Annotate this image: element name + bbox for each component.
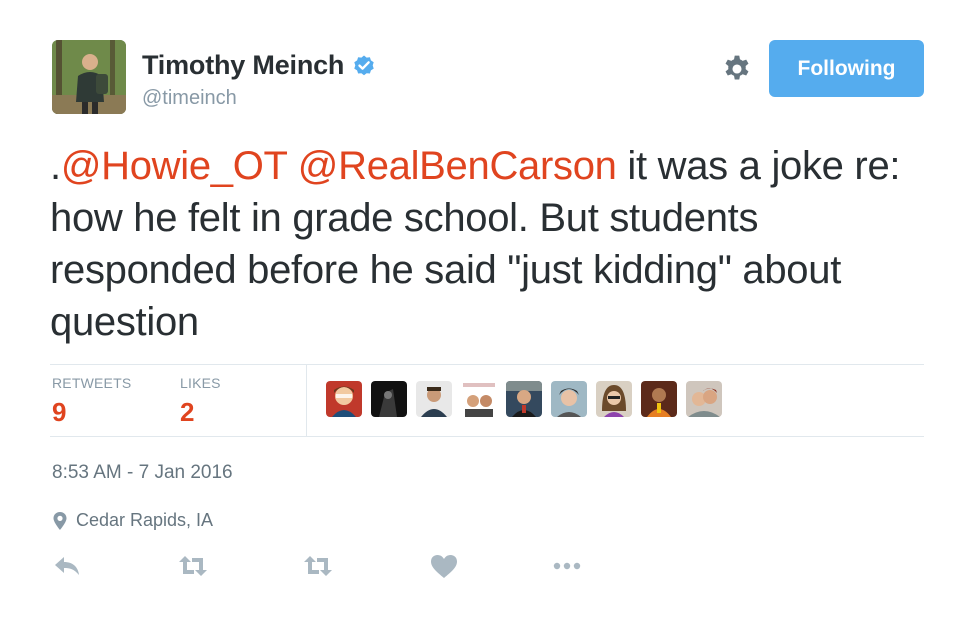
reply-button[interactable] [52, 552, 84, 580]
likers-avatars [326, 381, 722, 417]
liker-avatar[interactable] [506, 381, 542, 417]
heart-icon [431, 555, 457, 578]
mention-link[interactable]: @Howie_OT [61, 144, 287, 188]
following-button[interactable]: Following [769, 40, 924, 97]
tweet-lead: . [50, 144, 61, 188]
tweet-timestamp[interactable]: 8:53 AM - 7 Jan 2016 [52, 462, 233, 484]
mention-link[interactable]: @RealBenCarson [298, 144, 617, 188]
liker-avatar[interactable] [596, 381, 632, 417]
likes-count[interactable]: 2 [180, 397, 194, 428]
liker-avatar[interactable] [551, 381, 587, 417]
stats-vertical-divider [306, 364, 307, 436]
retweets-label[interactable]: RETWEETS [52, 375, 131, 391]
tweet-location[interactable]: Cedar Rapids, IA [52, 510, 213, 531]
location-pin-icon [53, 511, 67, 530]
liker-avatar[interactable] [686, 381, 722, 417]
stats-top-divider [50, 364, 924, 365]
retweet-icon [304, 556, 332, 576]
author-avatar[interactable] [52, 40, 126, 114]
quote-retweet-button[interactable] [302, 552, 334, 580]
liker-avatar[interactable] [326, 381, 362, 417]
more-icon [553, 562, 581, 570]
tweet-text: .@Howie_OT @RealBenCarson it was a joke … [50, 140, 930, 348]
like-button[interactable] [428, 552, 460, 580]
reply-icon [55, 557, 79, 575]
location-label: Cedar Rapids, IA [76, 510, 214, 530]
liker-avatar[interactable] [416, 381, 452, 417]
retweet-icon [179, 556, 207, 576]
liker-avatar[interactable] [641, 381, 677, 417]
stats-bottom-divider [50, 436, 924, 437]
author-display-name[interactable]: Timothy Meinch [142, 50, 344, 81]
retweets-count[interactable]: 9 [52, 397, 66, 428]
liker-avatar[interactable] [461, 381, 497, 417]
gear-icon[interactable] [720, 52, 754, 86]
retweet-button[interactable] [177, 552, 209, 580]
verified-badge-icon [354, 55, 374, 75]
likes-label[interactable]: LIKES [180, 375, 221, 391]
more-button[interactable] [551, 552, 583, 580]
author-handle[interactable]: @timeinch [142, 87, 237, 110]
liker-avatar[interactable] [371, 381, 407, 417]
